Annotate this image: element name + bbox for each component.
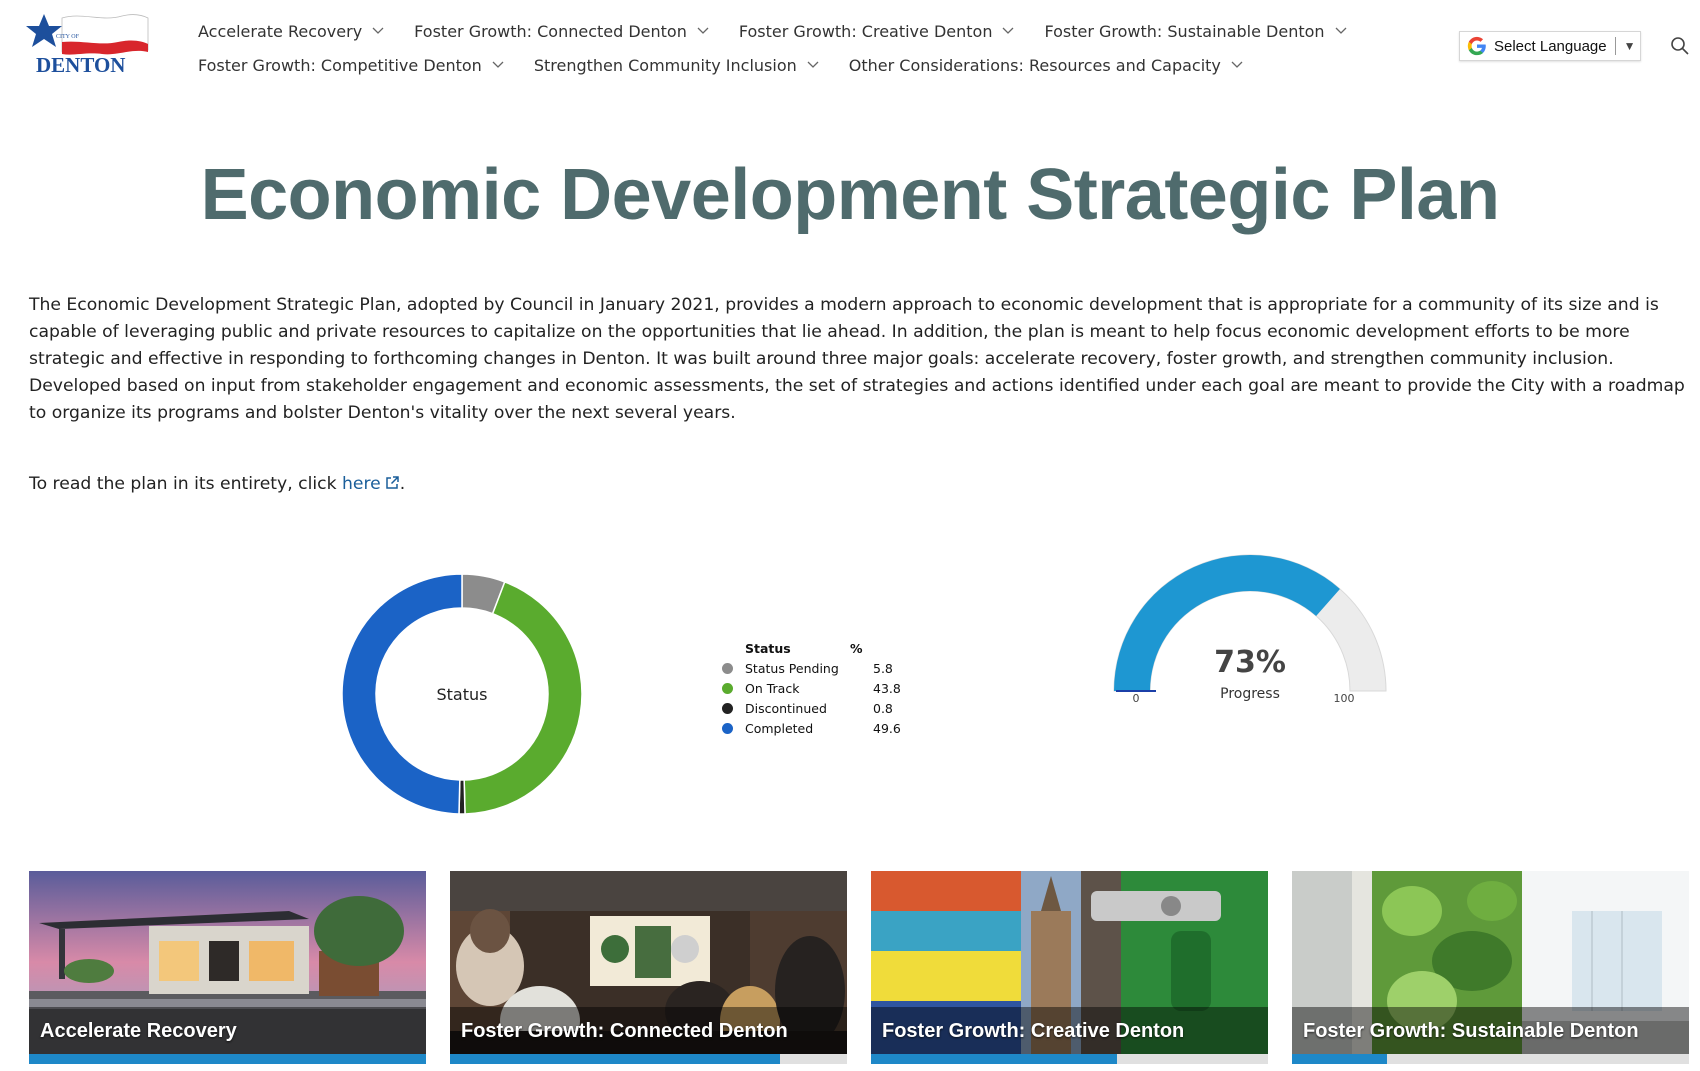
- gauge-min-label: 0: [1133, 692, 1140, 705]
- chevron-down-icon: [1335, 27, 1347, 35]
- legend-item-discontinued: Discontinued 0.8: [722, 698, 903, 718]
- legend-label: Discontinued: [745, 700, 827, 716]
- card-connected-denton[interactable]: Foster Growth: Connected Denton: [450, 871, 847, 1064]
- card-sustainable-denton[interactable]: Foster Growth: Sustainable Denton: [1292, 871, 1689, 1064]
- legend-swatch: [722, 682, 733, 694]
- nav-item-label: Other Considerations: Resources and Capa…: [848, 55, 1221, 75]
- page-title: Economic Development Strategic Plan: [200, 155, 1500, 235]
- donut-center-label: Status: [437, 685, 488, 704]
- card-progress-fill: [29, 1054, 426, 1064]
- card-creative-denton[interactable]: Foster Growth: Creative Denton: [871, 871, 1268, 1064]
- legend-value: 43.8: [873, 680, 901, 696]
- logo-name-text: DENTON: [36, 53, 125, 76]
- card-progress-bar: [871, 1054, 1268, 1064]
- card-title: Foster Growth: Sustainable Denton: [1292, 1007, 1689, 1054]
- chevron-down-icon: [697, 27, 709, 35]
- legend-label: On Track: [745, 680, 800, 696]
- card-title: Foster Growth: Connected Denton: [450, 1007, 847, 1054]
- nav-item-foster-growth-sustainable-denton[interactable]: Foster Growth: Sustainable Denton: [1044, 21, 1347, 41]
- card-progress-fill: [450, 1054, 780, 1064]
- legend-item-on-track: On Track 43.8: [722, 678, 903, 698]
- card-progress-fill: [1292, 1054, 1388, 1064]
- chevron-down-icon: [1231, 61, 1243, 69]
- intro-paragraph: The Economic Development Strategic Plan,…: [29, 295, 1685, 423]
- nav-row-1: Accelerate Recovery Foster Growth: Connec…: [198, 14, 1398, 48]
- card-progress-fill: [871, 1054, 1118, 1064]
- read-plan-suffix: .: [399, 474, 406, 494]
- main-nav: Accelerate Recovery Foster Growth: Connec…: [198, 14, 1398, 82]
- legend-header-percent: %: [850, 640, 863, 656]
- card-title: Foster Growth: Creative Denton: [871, 1007, 1268, 1054]
- card-accelerate-recovery[interactable]: Accelerate Recovery: [29, 871, 426, 1064]
- card-progress-bar: [450, 1054, 847, 1064]
- chevron-down-icon: [372, 27, 384, 35]
- read-plan-text: To read the plan in its entirety, click …: [29, 474, 405, 494]
- nav-item-foster-growth-connected-denton[interactable]: Foster Growth: Connected Denton: [414, 22, 709, 41]
- language-select-divider: [1614, 37, 1616, 55]
- nav-item-label: Foster Growth: Competitive Denton: [198, 55, 482, 75]
- legend-value: 5.8: [873, 660, 893, 676]
- nav-item-label: Foster Growth: Creative Denton: [738, 21, 993, 41]
- card-title: Accelerate Recovery: [29, 1007, 426, 1054]
- legend-swatch: [722, 662, 733, 674]
- logo-city-text: CITY OF: [56, 34, 80, 40]
- read-plan-prefix: To read the plan in its entirety, click: [29, 474, 342, 494]
- google-icon: [1467, 36, 1486, 56]
- legend-label: Completed: [745, 720, 814, 736]
- search-icon[interactable]: [1670, 36, 1690, 56]
- chevron-down-icon: [807, 61, 819, 69]
- progress-gauge: 73% Progress 0 100: [1113, 554, 1387, 705]
- legend-swatch: [722, 702, 733, 714]
- chevron-down-icon: [492, 61, 504, 69]
- nav-item-foster-growth-competitive-denton[interactable]: Foster Growth: Competitive Denton: [198, 56, 504, 75]
- city-of-denton-logo[interactable]: CITY OF DENTON: [22, 12, 150, 76]
- legend-item-completed: Completed 49.6: [722, 718, 903, 738]
- gauge-max-label: 100: [1334, 692, 1355, 705]
- nav-row-2: Foster Growth: Competitive Denton Strengt…: [198, 48, 1398, 82]
- legend-value: 0.8: [873, 700, 893, 716]
- external-link-icon: [385, 476, 399, 489]
- nav-item-label: Accelerate Recovery: [198, 21, 363, 41]
- gauge-value: 73%: [1214, 645, 1286, 680]
- language-select[interactable]: Select Language ▼: [1459, 31, 1641, 61]
- legend-header-status: Status: [745, 640, 791, 656]
- language-select-label: Select Language: [1494, 37, 1607, 55]
- legend-header: Status %: [722, 638, 903, 658]
- nav-item-label: Foster Growth: Connected Denton: [414, 21, 687, 41]
- read-plan-link-label: here: [341, 474, 381, 494]
- nav-item-foster-growth-creative-denton[interactable]: Foster Growth: Creative Denton: [739, 22, 1015, 41]
- nav-item-label: Strengthen Community Inclusion: [533, 55, 797, 75]
- status-legend: Status % Status Pending 5.8 On Track 43.8 Di…: [722, 638, 903, 738]
- nav-item-label: Foster Growth: Sustainable Denton: [1044, 21, 1325, 41]
- goal-cards: Accelerate Recovery Foster Growth: Conne…: [29, 871, 1689, 1071]
- legend-item-status-pending: Status Pending 5.8: [722, 658, 903, 678]
- read-plan-link[interactable]: here: [342, 474, 400, 494]
- card-progress-bar: [29, 1054, 426, 1064]
- legend-value: 49.6: [873, 720, 901, 736]
- nav-item-other-considerations-resources-and-capacity[interactable]: Other Considerations: Resources and Capa…: [849, 56, 1243, 75]
- nav-item-accelerate-recovery[interactable]: Accelerate Recovery: [198, 22, 384, 41]
- gauge-label: Progress: [1220, 686, 1280, 702]
- chevron-down-icon: [1002, 27, 1014, 35]
- legend-label: Status Pending: [745, 660, 839, 676]
- status-donut-chart: Status: [341, 573, 583, 815]
- card-progress-bar: [1292, 1054, 1689, 1064]
- dropdown-arrow-icon: ▼: [1623, 39, 1636, 53]
- nav-item-strengthen-community-inclusion[interactable]: Strengthen Community Inclusion: [534, 56, 819, 75]
- legend-swatch: [722, 722, 733, 734]
